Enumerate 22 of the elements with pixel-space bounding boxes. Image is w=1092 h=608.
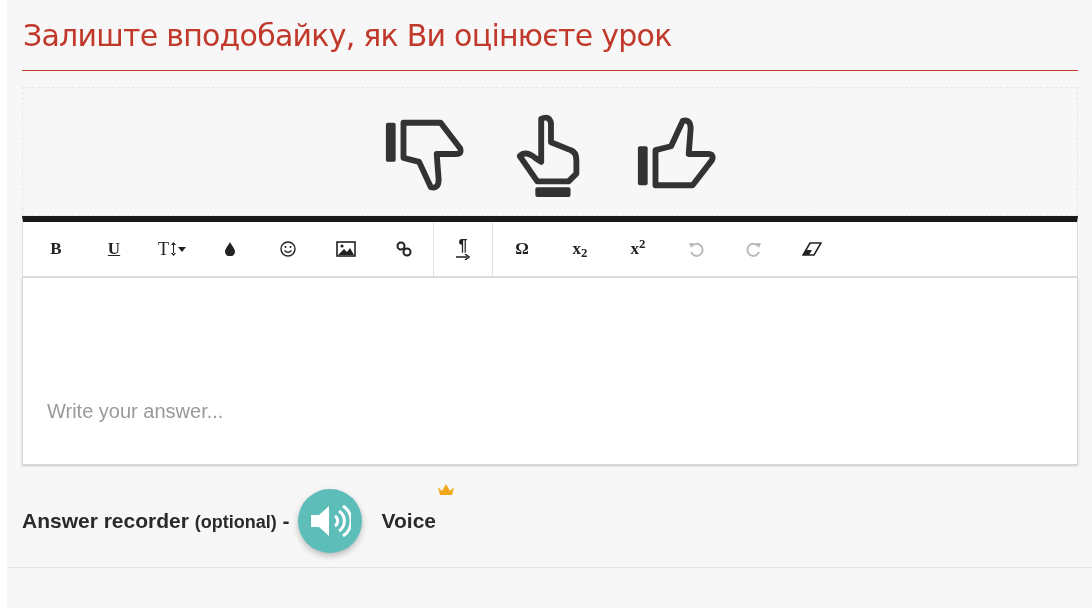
smiley-icon	[280, 241, 296, 257]
toolbar-button[interactable]: B	[27, 222, 85, 276]
recorder-label: Answer recorder (optional) -	[22, 508, 290, 535]
eraser-icon	[802, 242, 822, 256]
toolbar-button[interactable]: Ω	[493, 222, 551, 276]
toolbar-button[interactable]: x$^{2}$	[609, 222, 667, 276]
toolbar-button[interactable]: ¶	[434, 222, 492, 276]
image-icon	[336, 241, 356, 257]
arrows-icon	[171, 242, 176, 256]
speaker-icon	[308, 503, 351, 539]
drop-icon	[225, 242, 235, 256]
answer-field[interactable]: Write your answer...	[22, 278, 1078, 465]
caret-icon	[178, 246, 186, 252]
toolbar-button[interactable]: T	[143, 222, 201, 276]
redo-icon	[746, 241, 762, 257]
toolbar-button[interactable]: U	[85, 222, 143, 276]
link-icon	[395, 240, 413, 258]
arrow-icon	[456, 254, 470, 260]
toolbar-button[interactable]: x$_{2}$	[551, 222, 609, 276]
section-title: Залиште вподобайку, як Ви оцінюєте урок	[22, 17, 673, 55]
voice-label: Voice	[381, 509, 437, 533]
undo-icon	[688, 241, 704, 257]
